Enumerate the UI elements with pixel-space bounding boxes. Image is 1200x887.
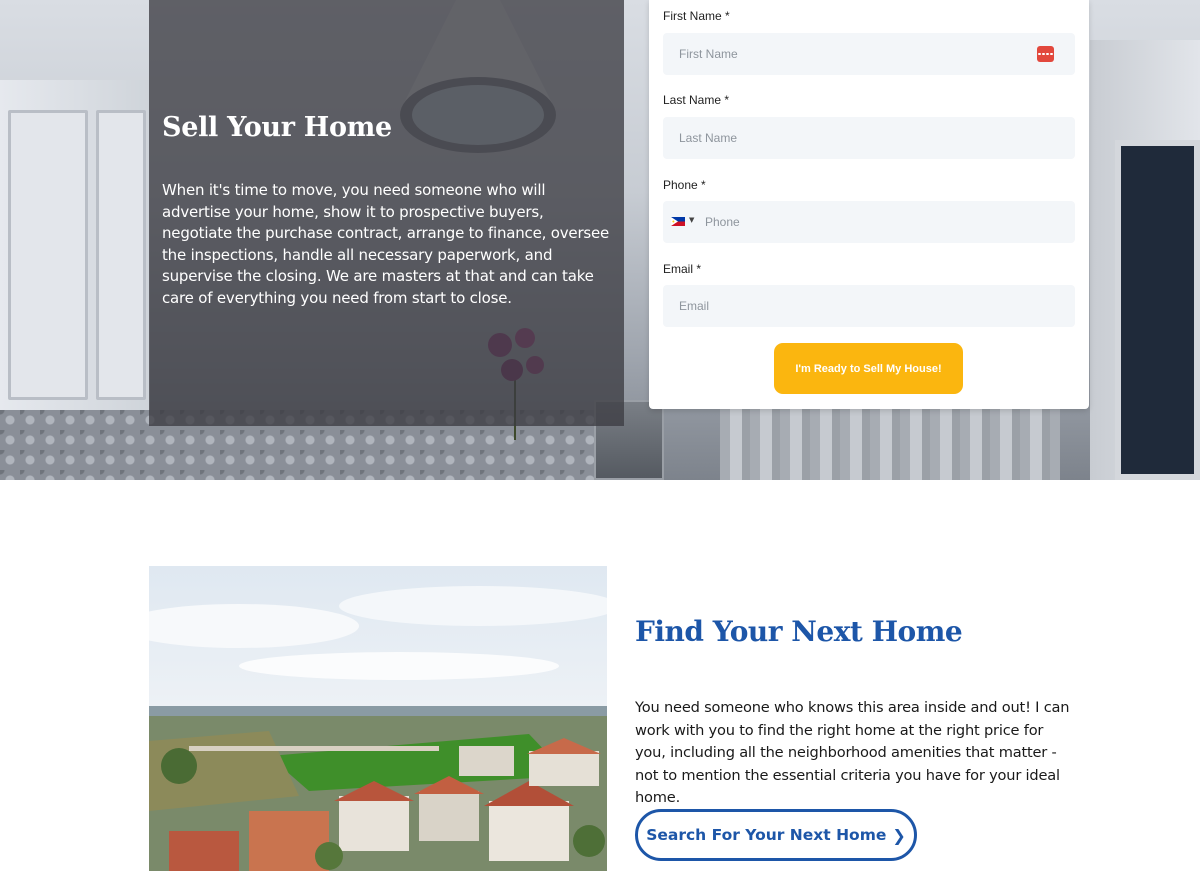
email-label: Email * (663, 262, 702, 276)
philippines-flag-icon[interactable] (671, 217, 685, 226)
hero-title: Sell Your Home (162, 112, 392, 143)
hero-background-cabinet (96, 110, 146, 400)
hero-text-overlay: Sell Your Home When it's time to move, y… (149, 0, 624, 426)
email-field[interactable] (663, 285, 1075, 327)
phone-label: Phone * (663, 178, 706, 192)
sell-home-form: First Name * Last Name * Phone * ▼ Email… (649, 0, 1089, 409)
search-next-home-button[interactable]: Search For Your Next Home ❯ (635, 809, 917, 861)
chevron-right-icon: ❯ (892, 825, 906, 845)
hero-background-cabinet (8, 110, 88, 400)
neighborhood-aerial-image (149, 566, 607, 871)
first-name-label: First Name * (663, 9, 730, 23)
hero-background-door (1115, 140, 1200, 480)
phone-field[interactable] (663, 201, 1075, 243)
hero-description: When it's time to move, you need someone… (162, 181, 610, 307)
email-field-wrapper (663, 285, 1075, 327)
first-name-field-wrapper (663, 33, 1075, 75)
search-next-home-label: Search For Your Next Home (646, 826, 887, 844)
last-name-field[interactable] (663, 117, 1075, 159)
hero-section: Sell Your Home When it's time to move, y… (0, 0, 1200, 480)
sell-house-submit-button[interactable]: I'm Ready to Sell My House! (774, 343, 963, 394)
password-manager-icon[interactable] (1037, 46, 1054, 62)
first-name-field[interactable] (663, 33, 1075, 75)
find-home-title: Find Your Next Home (635, 615, 963, 648)
country-dropdown-caret-icon[interactable]: ▼ (689, 216, 694, 224)
last-name-label: Last Name * (663, 93, 730, 107)
last-name-field-wrapper (663, 117, 1075, 159)
phone-field-wrapper: ▼ (663, 201, 1075, 243)
find-home-description: You need someone who knows this area ins… (635, 699, 1070, 806)
